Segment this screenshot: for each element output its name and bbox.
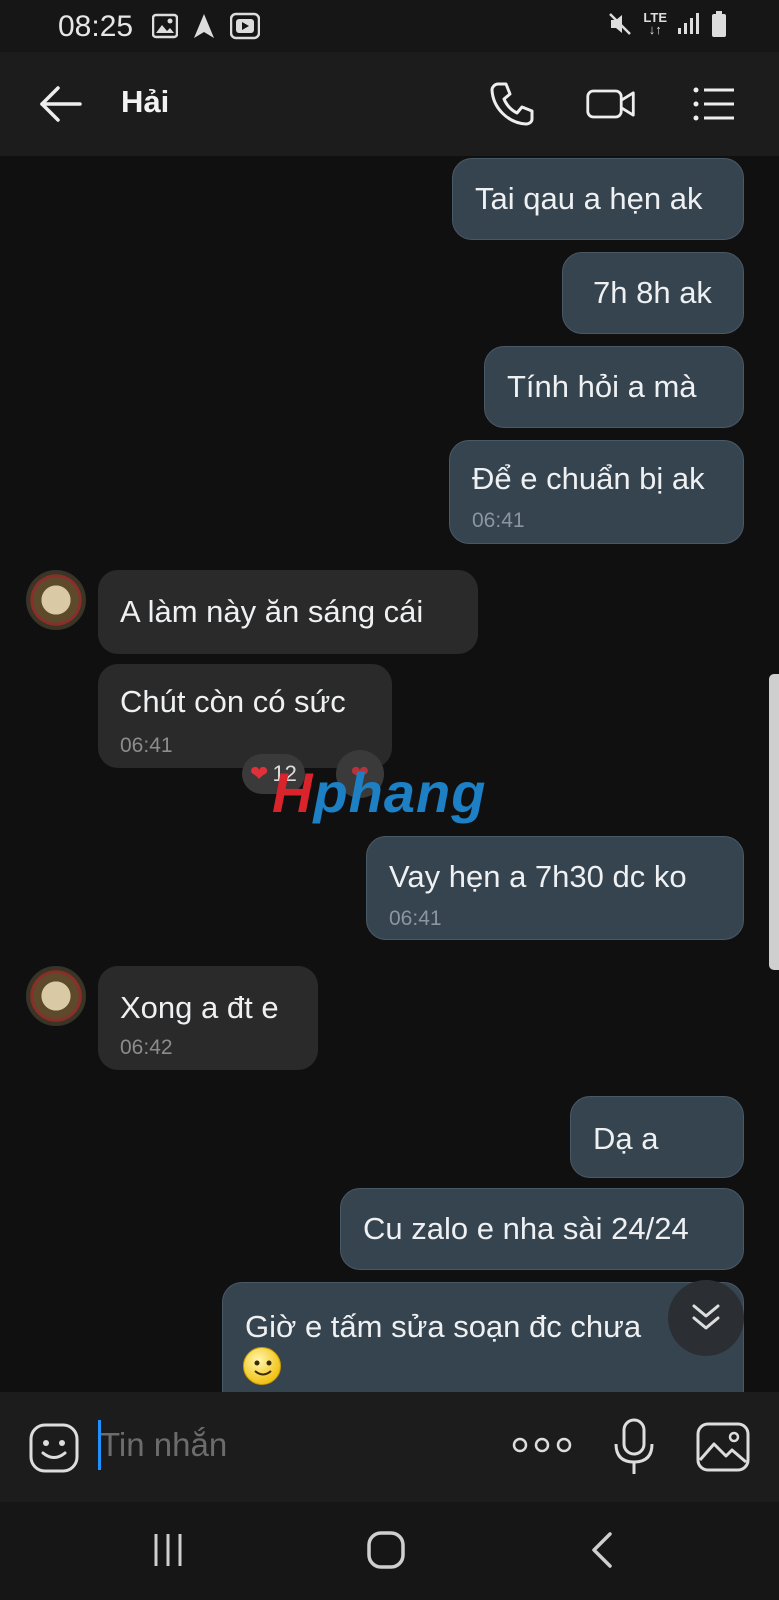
battery-icon <box>712 11 726 37</box>
message-text: Giờ e tấm sửa soạn đc chưa <box>245 1309 642 1344</box>
message-time: 06:41 <box>389 907 442 930</box>
message-text: Tai qau a hẹn ak <box>475 181 703 216</box>
scroll-to-bottom-button[interactable] <box>668 1280 744 1356</box>
mute-icon <box>609 13 632 35</box>
contact-name[interactable]: Hải <box>121 84 169 120</box>
heart-icon: ❤ <box>250 761 269 786</box>
message-bubble[interactable]: Cu zalo e nha sài 24/24 <box>340 1188 744 1270</box>
navigation-arrow-icon <box>194 14 214 38</box>
message-text: Dạ a <box>593 1121 659 1156</box>
message-bubble[interactable]: Vay hẹn a 7h30 dc ko 06:41 <box>366 836 744 940</box>
message-time: 06:41 <box>472 509 525 532</box>
message-text: Vay hẹn a 7h30 dc ko <box>389 859 687 894</box>
video-call-icon[interactable] <box>585 78 637 130</box>
message-input[interactable]: Tin nhắn <box>100 1426 227 1464</box>
message-text: Xong a đt e <box>120 990 279 1025</box>
message-bubble[interactable]: A làm này ăn sáng cái <box>98 570 478 654</box>
nav-back-icon[interactable] <box>588 1530 616 1570</box>
menu-list-icon[interactable] <box>688 78 740 130</box>
message-text: Cu zalo e nha sài 24/24 <box>363 1211 689 1246</box>
smile-emoji-icon <box>243 1347 281 1385</box>
message-time: 06:41 <box>120 734 173 757</box>
message-text: Tính hỏi a mà <box>507 369 697 404</box>
contact-avatar[interactable] <box>26 570 86 630</box>
message-list[interactable]: Tai qau a hẹn ak 7h 8h ak Tính hỏi a mà … <box>0 156 779 1392</box>
status-time: 08:25 <box>58 10 134 43</box>
message-bubble[interactable]: Dạ a <box>570 1096 744 1178</box>
message-text: A làm này ăn sáng cái <box>120 594 424 629</box>
nav-home-icon[interactable] <box>366 1530 406 1570</box>
gallery-notification-icon <box>152 13 178 39</box>
watermark-logo: Hphang <box>272 761 487 824</box>
status-bar: 08:25 LTE ↓↑ <box>0 0 779 52</box>
chat-header: Hải <box>0 52 779 156</box>
message-bubble[interactable]: Tai qau a hẹn ak <box>452 158 744 240</box>
message-bubble[interactable]: Để e chuẩn bị ak 06:41 <box>449 440 744 544</box>
message-bubble[interactable]: 7h 8h ak <box>562 252 744 334</box>
scroll-down-chevron-icon <box>692 1304 720 1330</box>
message-text: Chút còn có sức <box>120 684 346 719</box>
contact-avatar[interactable] <box>26 966 86 1026</box>
message-text: 7h 8h ak <box>593 275 712 310</box>
youtube-notification-icon <box>230 12 260 40</box>
message-bubble[interactable]: Giờ e tấm sửa soạn đc chưa <box>222 1282 744 1392</box>
image-icon[interactable] <box>696 1422 750 1472</box>
phone-icon[interactable] <box>486 78 538 130</box>
message-bubble[interactable]: Xong a đt e 06:42 <box>98 966 318 1070</box>
back-arrow-icon[interactable] <box>36 82 84 126</box>
signal-icon <box>678 13 699 34</box>
scrollbar[interactable] <box>769 674 779 970</box>
emoji-icon[interactable] <box>28 1422 80 1474</box>
system-nav-bar <box>0 1502 779 1600</box>
message-input-bar: Tin nhắn <box>0 1392 779 1502</box>
message-text: Để e chuẩn bị ak <box>472 461 705 496</box>
network-type: LTE ↓↑ <box>643 10 667 37</box>
microphone-icon[interactable] <box>612 1418 656 1476</box>
message-bubble[interactable]: Tính hỏi a mà <box>484 346 744 428</box>
message-time: 06:42 <box>120 1036 173 1059</box>
nav-recents-icon[interactable] <box>150 1532 186 1568</box>
more-dots-icon[interactable] <box>512 1434 572 1456</box>
